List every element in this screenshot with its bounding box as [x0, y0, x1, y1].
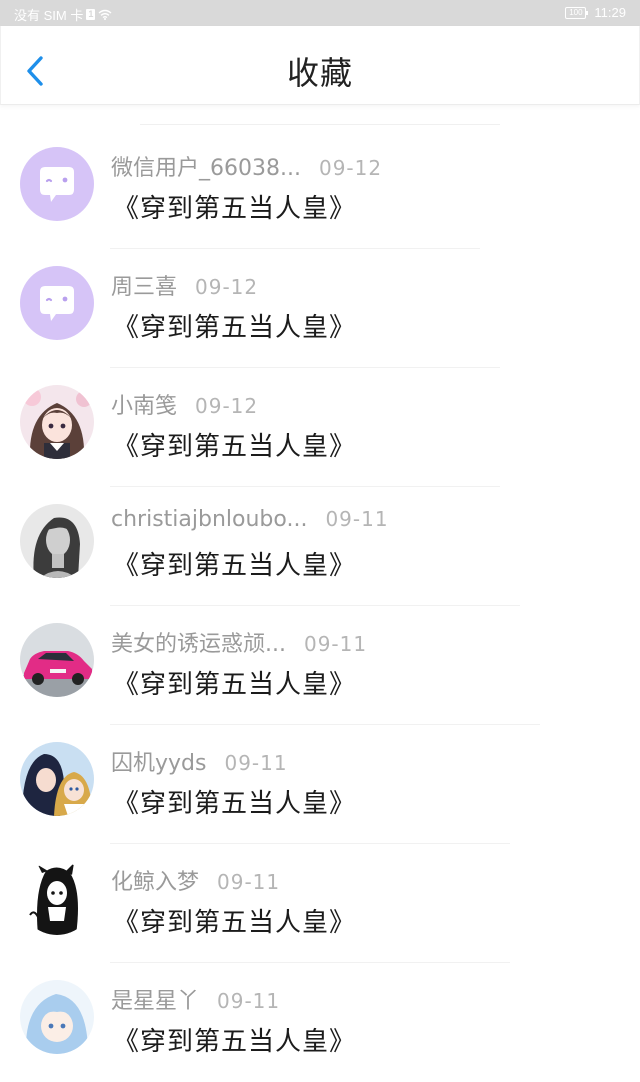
- avatar[interactable]: [20, 147, 94, 221]
- list-item[interactable]: 美女的诱运惑颃... 09-11 《穿到第五当人皇》: [0, 606, 640, 725]
- list-item[interactable]: 是星星丫 09-11 《穿到第五当人皇》: [0, 963, 640, 1082]
- book-title[interactable]: 《穿到第五当人皇》: [113, 783, 356, 820]
- book-title[interactable]: 《穿到第五当人皇》: [113, 426, 356, 463]
- timestamp: 09-11: [303, 632, 368, 656]
- battery-icon: 100: [565, 6, 589, 19]
- user-name[interactable]: 囚机yyds: [111, 745, 206, 777]
- avatar[interactable]: [20, 861, 94, 935]
- anime-duo-avatar-icon: [20, 742, 94, 816]
- avatar[interactable]: [20, 742, 94, 816]
- timestamp: 09-12: [318, 156, 383, 180]
- list-item[interactable]: 小南笺 09-12 《穿到第五当人皇》: [0, 368, 640, 487]
- book-title[interactable]: 《穿到第五当人皇》: [113, 307, 356, 344]
- pink-car-photo-icon: [20, 623, 94, 697]
- avatar[interactable]: [20, 385, 94, 459]
- list-item[interactable]: 周三喜 09-12 《穿到第五当人皇》: [0, 249, 640, 368]
- timestamp: 09-11: [325, 507, 389, 531]
- user-name[interactable]: 小南笺: [111, 388, 177, 420]
- avatar[interactable]: [20, 504, 94, 578]
- portrait-photo-icon: [20, 504, 94, 578]
- wifi-icon: [98, 9, 112, 20]
- ink-girl-avatar-icon: [20, 861, 94, 935]
- timestamp: 09-12: [195, 394, 259, 418]
- chat-bubble-icon: [20, 147, 94, 221]
- user-name[interactable]: 周三喜: [111, 269, 177, 301]
- list-item[interactable]: christiajbnloubo... 09-11 《穿到第五当人皇》: [0, 487, 640, 606]
- book-title[interactable]: 《穿到第五当人皇》: [113, 188, 356, 225]
- timestamp: 09-12: [195, 275, 259, 299]
- page-title: 收藏: [286, 54, 353, 92]
- anime-girl-avatar-icon: [20, 385, 94, 459]
- favorites-list: 微信用户_66038... 09-12 《穿到第五当人皇》 周三喜 09-12 …: [0, 130, 640, 1082]
- user-name[interactable]: 美女的诱运惑颃...: [111, 626, 286, 658]
- list-item[interactable]: 囚机yyds 09-11 《穿到第五当人皇》: [0, 725, 640, 844]
- list-item[interactable]: 微信用户_66038... 09-12 《穿到第五当人皇》: [0, 130, 640, 249]
- clock: 11:29: [594, 5, 626, 20]
- blue-hair-avatar-icon: [20, 980, 94, 1054]
- user-name[interactable]: 化鲸入梦: [111, 864, 199, 896]
- timestamp: 09-11: [224, 751, 288, 775]
- book-title[interactable]: 《穿到第五当人皇》: [113, 664, 356, 701]
- book-title[interactable]: 《穿到第五当人皇》: [113, 545, 356, 582]
- user-name[interactable]: 微信用户_66038...: [111, 150, 301, 182]
- timestamp: 09-11: [217, 989, 281, 1013]
- book-title[interactable]: 《穿到第五当人皇》: [113, 902, 356, 939]
- nav-header: 收藏: [0, 26, 640, 105]
- carrier-text: 没有 SIM 卡: [14, 8, 84, 23]
- user-name[interactable]: 是星星丫: [111, 983, 199, 1015]
- sim-icon: 1: [86, 9, 96, 20]
- book-title[interactable]: 《穿到第五当人皇》: [113, 1021, 356, 1058]
- divider: [140, 124, 500, 125]
- avatar[interactable]: [20, 266, 94, 340]
- timestamp: 09-11: [217, 870, 281, 894]
- chat-bubble-icon: [20, 266, 94, 340]
- status-bar: 没有 SIM 卡 1 100 11:29: [0, 0, 640, 26]
- user-name[interactable]: christiajbnloubo...: [111, 507, 307, 532]
- avatar[interactable]: [20, 980, 94, 1054]
- list-item[interactable]: 化鲸入梦 09-11 《穿到第五当人皇》: [0, 844, 640, 963]
- avatar[interactable]: [20, 623, 94, 697]
